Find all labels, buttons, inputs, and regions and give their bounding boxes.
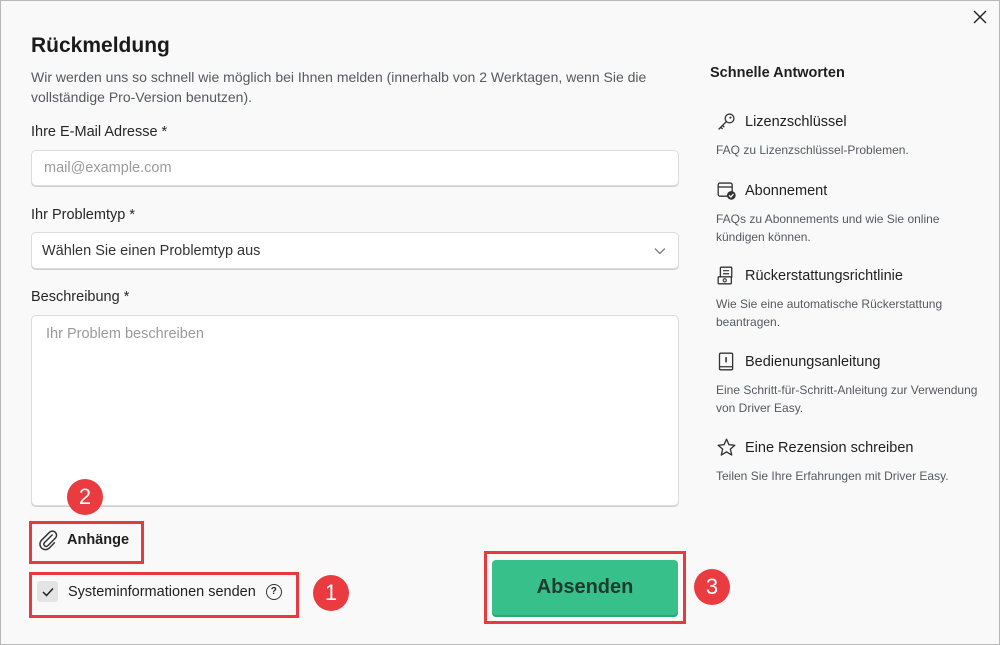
quick-answer-subscription[interactable]: Abonnement FAQs zu Abonnements und wie S…	[716, 180, 986, 246]
dialog-title: Rückmeldung	[31, 34, 170, 57]
quick-answer-desc: Teilen Sie Ihre Erfahrungen mit Driver E…	[716, 469, 949, 483]
quick-answer-title: Eine Rezension schreiben	[745, 439, 914, 456]
annotation-box-sysinfo	[29, 572, 299, 618]
annotation-marker-1: 1	[313, 575, 349, 611]
annotation-box-attachments	[29, 521, 144, 564]
dialog-subtitle: Wir werden uns so schnell wie möglich be…	[31, 69, 647, 105]
quick-answer-desc: FAQ zu Lizenzschlüssel-Problemen.	[716, 143, 909, 157]
quick-answer-title: Rückerstattungsrichtlinie	[745, 267, 903, 284]
description-field-wrapper	[31, 315, 679, 506]
quick-answer-desc: FAQs zu Abonnements und wie Sie online k…	[716, 212, 940, 244]
close-icon	[973, 10, 987, 24]
problem-type-value: Wählen Sie einen Problemtyp aus	[42, 242, 261, 259]
problem-type-label: Ihr Problemtyp *	[31, 207, 135, 223]
star-icon	[716, 437, 737, 458]
quick-answer-write-review[interactable]: Eine Rezension schreiben Teilen Sie Ihre…	[716, 437, 986, 485]
quick-answer-title: Abonnement	[745, 182, 828, 199]
key-icon	[716, 111, 737, 132]
close-button[interactable]	[965, 4, 995, 30]
quick-answer-desc: Wie Sie eine automatische Rückerstattung…	[716, 297, 943, 329]
annotation-marker-2: 2	[67, 479, 103, 515]
manual-icon	[716, 351, 737, 372]
description-textarea[interactable]	[46, 326, 664, 495]
email-label: Ihre E-Mail Adresse *	[31, 124, 168, 140]
quick-answers-heading: Schnelle Antworten	[710, 65, 845, 81]
problem-type-select[interactable]: Wählen Sie einen Problemtyp aus	[31, 232, 679, 269]
quick-answer-title: Lizenzschlüssel	[745, 113, 847, 130]
email-field-wrapper	[31, 150, 679, 186]
subscription-icon	[716, 180, 737, 201]
quick-answer-title: Bedienungsanleitung	[745, 353, 881, 370]
feedback-dialog: Rückmeldung Wir werden uns so schnell wi…	[0, 0, 1000, 645]
annotation-marker-3: 3	[694, 569, 730, 605]
quick-answer-refund-policy[interactable]: Rückerstattungsrichtlinie Wie Sie eine a…	[716, 265, 986, 331]
annotation-box-submit	[484, 551, 686, 624]
quick-answer-desc: Eine Schritt-für-Schritt-Anleitung zur V…	[716, 383, 978, 415]
chevron-down-icon	[654, 247, 666, 254]
quick-answer-license-key[interactable]: Lizenzschlüssel FAQ zu Lizenzschlüssel-P…	[716, 111, 986, 159]
email-input[interactable]	[44, 160, 666, 176]
description-label: Beschreibung *	[31, 289, 130, 305]
refund-icon	[716, 265, 737, 286]
quick-answer-manual[interactable]: Bedienungsanleitung Eine Schritt-für-Sch…	[716, 351, 986, 417]
